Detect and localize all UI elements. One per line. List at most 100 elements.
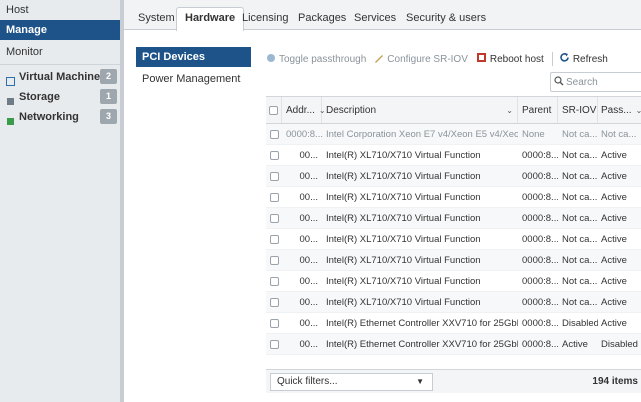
search-icon <box>554 75 564 89</box>
cell-description: Intel(R) Ethernet Controller XXV710 for … <box>326 317 518 329</box>
tab-packages[interactable]: Packages <box>290 8 354 30</box>
networking-count-badge: 3 <box>100 109 117 124</box>
vms-count-badge: 2 <box>100 69 117 84</box>
table-row[interactable]: 00... Intel(R) Ethernet Controller XXV710… <box>266 313 641 334</box>
cell-parent: 0000:8... <box>522 254 558 266</box>
cell-sriov: Not ca... <box>562 149 598 161</box>
cell-parent: 0000:8... <box>522 170 558 182</box>
cell-address: 00... <box>299 170 319 182</box>
search-input[interactable]: Search <box>550 72 641 92</box>
cell-sriov: Not ca... <box>562 296 598 308</box>
col-passthrough[interactable]: Pass...⌄ <box>598 97 641 123</box>
tab-bar: System Hardware Licensing Packages Servi… <box>124 0 641 31</box>
row-checkbox[interactable] <box>266 339 282 349</box>
table-header: Addr...⌄ Description⌄ Parent⌄ SR-IOV⌄ Pa… <box>266 96 641 124</box>
dropdown-arrow-icon: ▼ <box>416 377 424 386</box>
toolbar: Toggle passthrough Configure SR-IOV Rebo… <box>266 51 616 67</box>
networking-icon <box>6 113 15 125</box>
cell-parent: 0000:8... <box>522 191 558 203</box>
select-all-checkbox[interactable] <box>266 97 282 123</box>
toggle-passthrough-label: Toggle passthrough <box>279 53 367 65</box>
cell-address: 00... <box>299 233 319 245</box>
col-description[interactable]: Description ⌄ <box>322 97 518 123</box>
nav-storage-label: Storage <box>19 91 60 103</box>
cell-address: 0000:8... <box>286 128 323 140</box>
row-checkbox[interactable] <box>266 171 282 181</box>
cell-parent: 0000:8... <box>522 338 558 350</box>
table-body: 0000:8... Intel Corporation Xeon E7 v4/Xe… <box>266 124 641 355</box>
cell-sriov: Not ca... <box>562 212 598 224</box>
table-row[interactable]: 0000:8... Intel Corporation Xeon E7 v4/Xe… <box>266 124 641 145</box>
table-row[interactable]: 00... Intel(R) XL710/X710 Virtual Functio… <box>266 292 641 313</box>
reboot-host-button[interactable]: Reboot host <box>476 52 544 66</box>
sort-chevron-icon: ⌄ <box>636 106 641 115</box>
cell-sriov: Disabled <box>562 317 598 329</box>
table-row[interactable]: 00... Intel(R) Ethernet Controller XXV710… <box>266 334 641 355</box>
table-row[interactable]: 00... Intel(R) XL710/X710 Virtual Functio… <box>266 271 641 292</box>
toggle-passthrough-button[interactable]: Toggle passthrough <box>266 53 366 66</box>
configure-sriov-label: Configure SR-IOV <box>387 53 468 65</box>
item-count: 194 items <box>592 376 638 387</box>
row-checkbox[interactable] <box>266 318 282 328</box>
refresh-label: Refresh <box>572 53 608 65</box>
configure-sriov-button[interactable]: Configure SR-IOV <box>374 53 468 66</box>
cell-parent: None <box>522 128 545 140</box>
cell-description: Intel(R) XL710/X710 Virtual Function <box>326 275 481 287</box>
nav-manage[interactable]: Manage <box>0 20 120 40</box>
pencil-icon <box>374 53 384 66</box>
cell-address: 00... <box>299 254 319 266</box>
navigator-panel: Host Manage Monitor Virtual Machines 2 S… <box>0 0 120 402</box>
table-row[interactable]: 00... Intel(R) XL710/X710 Virtual Functio… <box>266 208 641 229</box>
tab-licensing[interactable]: Licensing <box>234 8 296 30</box>
row-checkbox[interactable] <box>266 150 282 160</box>
row-checkbox[interactable] <box>266 276 282 286</box>
row-checkbox[interactable] <box>266 297 282 307</box>
cell-address: 00... <box>299 212 319 224</box>
col-address[interactable]: Addr... ⌄ <box>282 97 326 123</box>
nav-storage[interactable]: Storage 1 <box>0 87 120 107</box>
cell-description: Intel(R) XL710/X710 Virtual Function <box>326 191 481 203</box>
subnav-power-management[interactable]: Power Management <box>136 69 251 89</box>
subnav-pci-devices[interactable]: PCI Devices <box>136 47 251 67</box>
nav-networking[interactable]: Networking 3 <box>0 107 120 127</box>
tab-security-users[interactable]: Security & users <box>398 8 494 30</box>
row-checkbox[interactable] <box>266 255 282 265</box>
virtual-machine-icon <box>6 73 15 86</box>
cell-parent: 0000:8... <box>522 296 558 308</box>
cell-address: 00... <box>299 275 319 287</box>
quick-filters-select[interactable]: Quick filters... ▼ <box>270 373 433 391</box>
cell-description: Intel(R) XL710/X710 Virtual Function <box>326 212 481 224</box>
cell-address: 00... <box>299 296 319 308</box>
cell-description: Intel Corporation Xeon E7 v4/Xeon E5 v4/… <box>326 128 518 140</box>
table-row[interactable]: 00... Intel(R) XL710/X710 Virtual Functio… <box>266 166 641 187</box>
table-footer: Quick filters... ▼ 194 items <box>266 369 641 393</box>
row-checkbox[interactable] <box>266 192 282 202</box>
refresh-button[interactable]: Refresh <box>559 52 608 66</box>
row-checkbox[interactable] <box>266 129 282 139</box>
row-checkbox[interactable] <box>266 234 282 244</box>
cell-passthrough: Active <box>601 275 627 287</box>
cell-description: Intel(R) XL710/X710 Virtual Function <box>326 149 481 161</box>
cell-description: Intel(R) XL710/X710 Virtual Function <box>326 296 481 308</box>
table-row[interactable]: 00... Intel(R) XL710/X710 Virtual Functio… <box>266 229 641 250</box>
table-row[interactable]: 00... Intel(R) XL710/X710 Virtual Functio… <box>266 187 641 208</box>
col-parent[interactable]: Parent⌄ <box>518 97 558 123</box>
cell-sriov: Not ca... <box>562 254 598 266</box>
cell-sriov: Not ca... <box>562 191 598 203</box>
table-row[interactable]: 00... Intel(R) XL710/X710 Virtual Functio… <box>266 250 641 271</box>
nav-virtual-machines[interactable]: Virtual Machines 2 <box>0 67 120 87</box>
tab-system[interactable]: System <box>130 8 183 30</box>
cell-passthrough: Active <box>601 212 627 224</box>
storage-icon <box>6 93 15 105</box>
tab-services[interactable]: Services <box>346 8 404 30</box>
nav-monitor[interactable]: Monitor <box>0 42 120 62</box>
cell-passthrough: Active <box>601 149 627 161</box>
storage-count-badge: 1 <box>100 89 117 104</box>
panel-splitter[interactable] <box>120 0 124 402</box>
table-row[interactable]: 00... Intel(R) XL710/X710 Virtual Functio… <box>266 145 641 166</box>
cell-parent: 0000:8... <box>522 212 558 224</box>
nav-host[interactable]: Host <box>0 0 120 20</box>
cell-address: 00... <box>299 338 319 350</box>
row-checkbox[interactable] <box>266 213 282 223</box>
col-sriov[interactable]: SR-IOV⌄ <box>558 97 598 123</box>
